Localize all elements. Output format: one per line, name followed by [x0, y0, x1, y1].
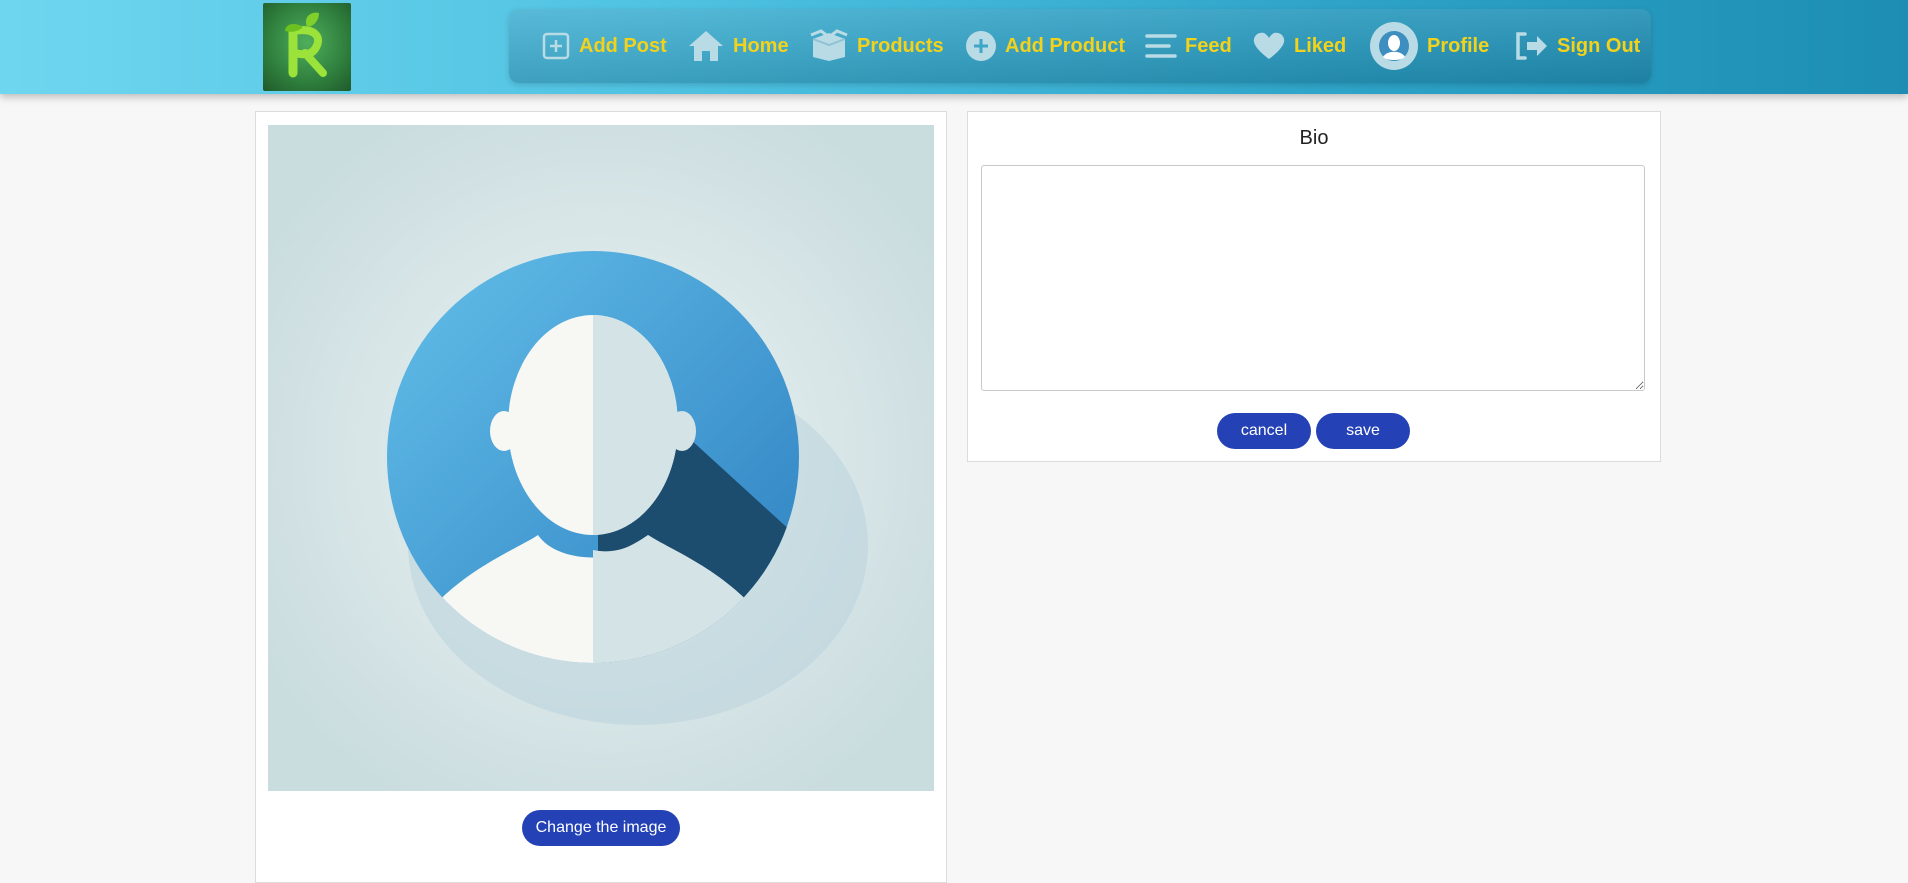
home-icon — [687, 29, 725, 63]
nav-liked[interactable]: Liked — [1252, 27, 1346, 65]
nav-profile-label: Profile — [1427, 34, 1490, 57]
nav-feed[interactable]: Feed — [1145, 27, 1232, 65]
nav-add-product[interactable]: Add Product — [965, 27, 1125, 65]
bio-textarea[interactable] — [981, 165, 1645, 391]
profile-avatar-icon — [1369, 21, 1419, 71]
nav-profile[interactable]: Profile — [1369, 22, 1490, 70]
nav-bar: Add Post Home Products Add Product Feed — [509, 9, 1651, 83]
nav-home[interactable]: Home — [687, 27, 789, 65]
nav-add-post-label: Add Post — [579, 34, 667, 57]
menu-lines-icon — [1145, 32, 1177, 60]
add-post-icon — [541, 31, 571, 61]
cancel-button[interactable]: cancel — [1217, 413, 1311, 449]
brand-logo[interactable] — [263, 3, 351, 91]
nav-products-label: Products — [857, 34, 944, 57]
heart-icon — [1252, 31, 1286, 61]
plus-circle-icon — [965, 30, 997, 62]
nav-feed-label: Feed — [1185, 34, 1232, 57]
default-user-avatar-icon — [268, 125, 934, 791]
nav-products[interactable]: Products — [809, 27, 944, 65]
sign-out-icon — [1513, 30, 1549, 62]
nav-home-label: Home — [733, 34, 789, 57]
box-icon — [809, 29, 849, 63]
top-navbar: Add Post Home Products Add Product Feed — [0, 0, 1908, 94]
leaf-r-logo-icon — [285, 12, 327, 78]
save-button[interactable]: save — [1316, 413, 1410, 449]
bio-title: Bio — [1299, 127, 1329, 149]
profile-image — [268, 125, 934, 791]
nav-add-post[interactable]: Add Post — [541, 27, 667, 65]
nav-add-product-label: Add Product — [1005, 34, 1125, 57]
nav-liked-label: Liked — [1294, 34, 1347, 57]
change-image-button[interactable]: Change the image — [522, 810, 680, 846]
nav-sign-out[interactable]: Sign Out — [1513, 27, 1640, 65]
nav-sign-out-label: Sign Out — [1557, 34, 1641, 57]
